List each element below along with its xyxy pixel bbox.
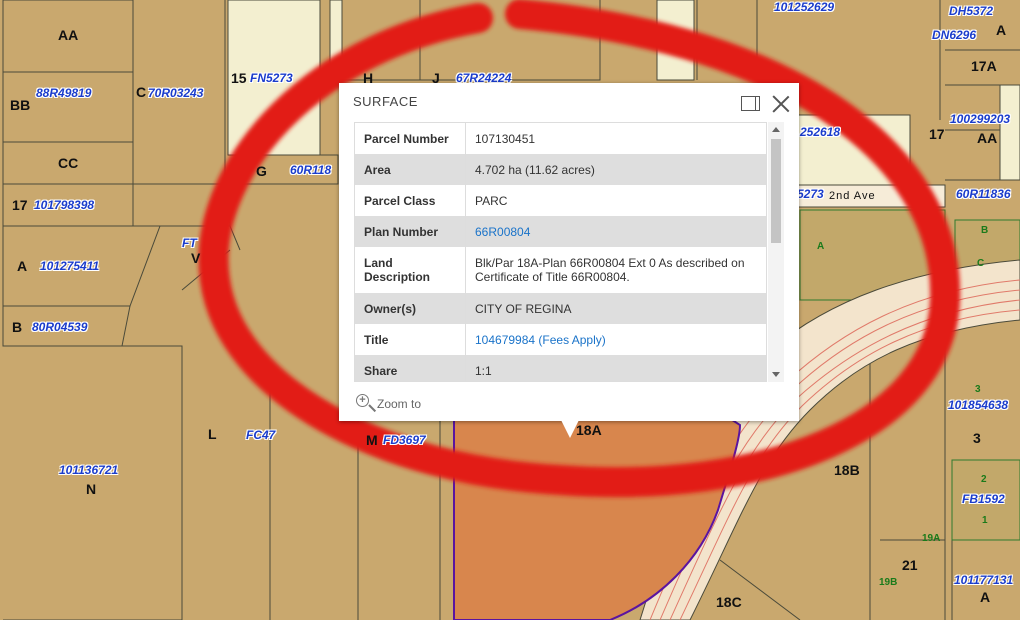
plan-number-label: FD3697: [383, 433, 426, 447]
parcel-label: 3: [973, 430, 981, 446]
parcel-label: 15: [231, 70, 247, 86]
plan-number-label: 60R118: [290, 163, 332, 177]
plan-number-label: 101275411: [40, 259, 100, 273]
lot-label: 2: [981, 474, 987, 485]
plan-number-label: 101854638: [948, 398, 1009, 412]
table-row: Parcel Class PARC: [355, 185, 766, 216]
lot-label: 1: [982, 515, 988, 526]
table-row: Owner(s) CITY OF REGINA: [355, 293, 766, 324]
scroll-down-arrow-icon[interactable]: [772, 372, 780, 377]
parcel-label: 18C: [716, 594, 742, 610]
plan-number-label: 101798398: [34, 198, 95, 212]
parcel-label: BB: [10, 97, 31, 113]
lot-label: 19B: [879, 577, 898, 588]
plan-number-label: DH5372: [949, 4, 994, 18]
row-value: Blk/Par 18A-Plan 66R00804 Ext 0 As descr…: [475, 256, 745, 284]
table-row: Parcel Number 107130451: [355, 123, 766, 154]
row-key: Parcel Number: [355, 123, 466, 154]
lot-label: 19A: [922, 533, 941, 544]
scroll-thumb[interactable]: [771, 139, 781, 243]
attribute-table[interactable]: Parcel Number 107130451 Area 4.702 ha (1…: [354, 122, 767, 382]
row-key: Parcel Class: [355, 185, 466, 216]
parcel-label: A: [996, 22, 1007, 38]
row-key: Owner(s): [355, 293, 466, 324]
row-value: 1:1: [475, 363, 492, 378]
parcel-label: 18B: [834, 462, 860, 478]
plan-number-label: 88R49819: [36, 86, 92, 100]
row-value: 4.702 ha (11.62 acres): [475, 162, 595, 177]
parcel-label: 17: [12, 197, 28, 213]
plan-number-label: 80R04539: [32, 320, 88, 334]
table-scrollbar[interactable]: [768, 122, 784, 382]
table-row: Area 4.702 ha (11.62 acres): [355, 154, 766, 185]
row-value: 107130451: [475, 131, 536, 146]
parcel-label: C: [136, 84, 147, 100]
row-key: Plan Number: [355, 216, 466, 247]
parcel-label: A: [980, 589, 991, 605]
row-key: Area: [355, 154, 466, 185]
parcel-label: AA: [977, 130, 998, 146]
lot-label: 3: [975, 384, 981, 395]
plan-number-label: 70R03243: [148, 86, 204, 100]
title-link[interactable]: 104679984 (Fees Apply): [475, 333, 606, 347]
plan-number-label: DN6296: [932, 28, 977, 42]
lot-label: A: [817, 241, 825, 252]
parcel-label: A: [17, 258, 28, 274]
plan-number-label: 252618: [800, 125, 841, 139]
plan-number-label: 60R11836: [956, 187, 1011, 201]
lot-label: B: [981, 225, 989, 236]
parcel-label: AA: [58, 27, 79, 43]
parcel-label: CC: [58, 155, 79, 171]
row-key: Share: [355, 355, 466, 381]
park-parcel: [999, 84, 1020, 181]
identify-popup: SURFACE Parcel Number 107130451 Area 4.7…: [339, 83, 799, 421]
popup-pointer: [561, 420, 579, 438]
popup-title: SURFACE: [353, 94, 418, 109]
parcel-label: 17A: [971, 58, 997, 74]
parcel-label: V: [191, 250, 201, 266]
table-row: Share 1:1: [355, 355, 766, 381]
plan-number-label: FB1592: [962, 492, 1005, 506]
zoom-to-label: Zoom to: [377, 397, 422, 411]
zoom-in-icon: +: [355, 393, 377, 415]
plan-number-label: 101252629: [774, 0, 835, 14]
parcel-label: M: [366, 432, 378, 448]
plan-number-label: 5273: [797, 187, 824, 201]
plan-number-label: 101136721: [59, 463, 119, 477]
close-icon[interactable]: [771, 94, 791, 114]
plan-number-label: 101177131: [954, 573, 1014, 587]
parcel-label: 17: [929, 126, 945, 142]
row-value: CITY OF REGINA: [475, 301, 572, 316]
plan-number-label: 100299203: [950, 112, 1011, 126]
table-row: Title 104679984 (Fees Apply): [355, 324, 766, 355]
row-value: PARC: [475, 193, 508, 208]
plan-number-label: FN5273: [250, 71, 293, 85]
parcel-label: G: [256, 163, 267, 179]
lot-label: C: [977, 258, 985, 269]
parcel-label: N: [86, 481, 97, 497]
row-key: Land Description: [355, 247, 466, 293]
dock-icon[interactable]: [741, 96, 760, 111]
parcel-label: B: [12, 319, 23, 335]
table-row: Land Description Blk/Par 18A-Plan 66R008…: [355, 247, 766, 293]
row-key: Title: [355, 324, 466, 355]
parcel-label: 21: [902, 557, 918, 573]
table-row: Plan Number 66R00804: [355, 216, 766, 247]
plan-number-label: FT: [182, 236, 197, 250]
zoom-to-button[interactable]: + Zoom to: [355, 393, 421, 415]
scroll-up-arrow-icon[interactable]: [772, 127, 780, 132]
street-label: 2nd Ave: [829, 190, 876, 202]
parcel-label-selected: 18A: [576, 422, 602, 438]
plan-number-label: FC47: [246, 428, 276, 442]
plan-number-link[interactable]: 66R00804: [475, 225, 530, 239]
parcel-label: L: [208, 426, 217, 442]
